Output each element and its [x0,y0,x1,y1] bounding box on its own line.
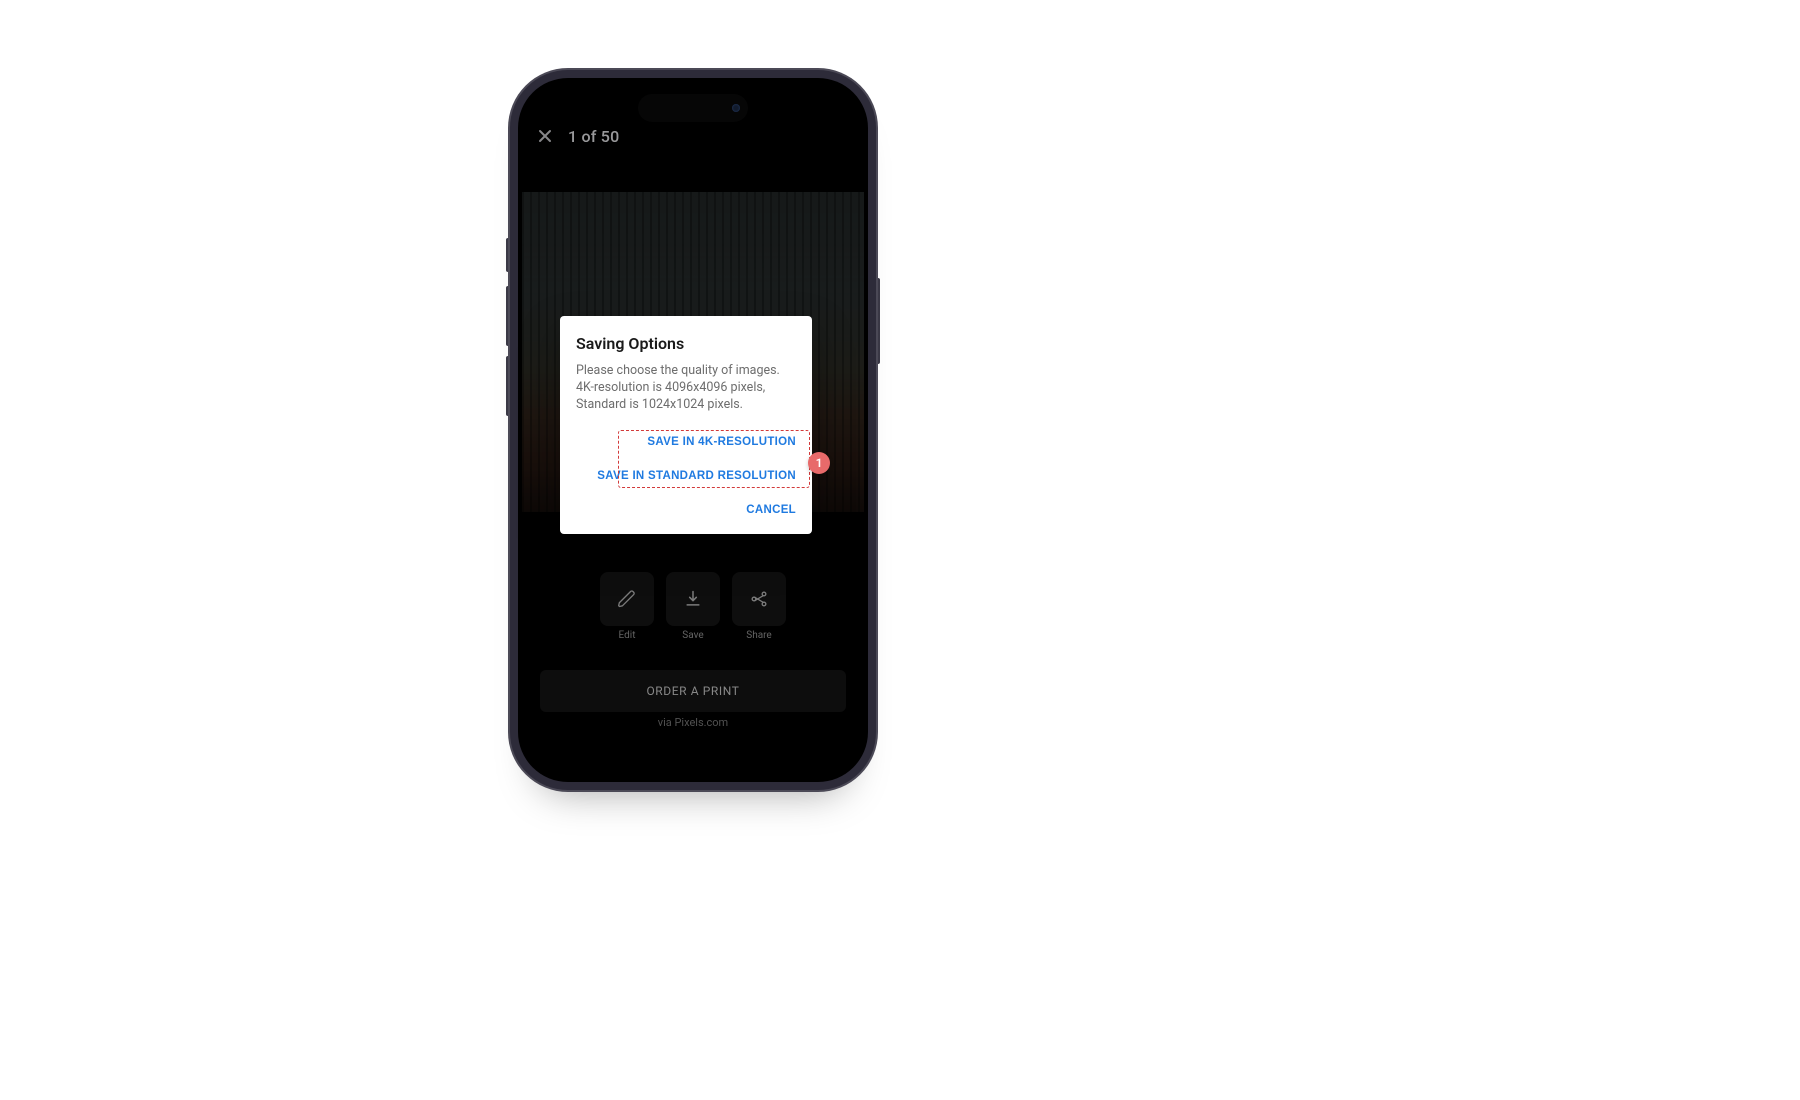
modal-title: Saving Options [576,334,796,353]
phone-silent-switch [506,238,510,272]
modal-actions: SAVE IN 4K-RESOLUTION SAVE IN STANDARD R… [576,430,796,526]
saving-options-modal: Saving Options Please choose the quality… [560,316,812,534]
save-standard-button[interactable]: SAVE IN STANDARD RESOLUTION [597,464,796,488]
cancel-button[interactable]: CANCEL [746,498,796,522]
phone-volume-up [506,286,510,346]
callout-badge: 1 [808,452,830,474]
save-4k-button[interactable]: SAVE IN 4K-RESOLUTION [647,430,796,454]
callout-badge-number: 1 [816,456,823,470]
modal-body: Please choose the quality of images. 4K-… [576,363,796,414]
phone-volume-down [506,356,510,416]
phone-power-button [876,278,880,364]
